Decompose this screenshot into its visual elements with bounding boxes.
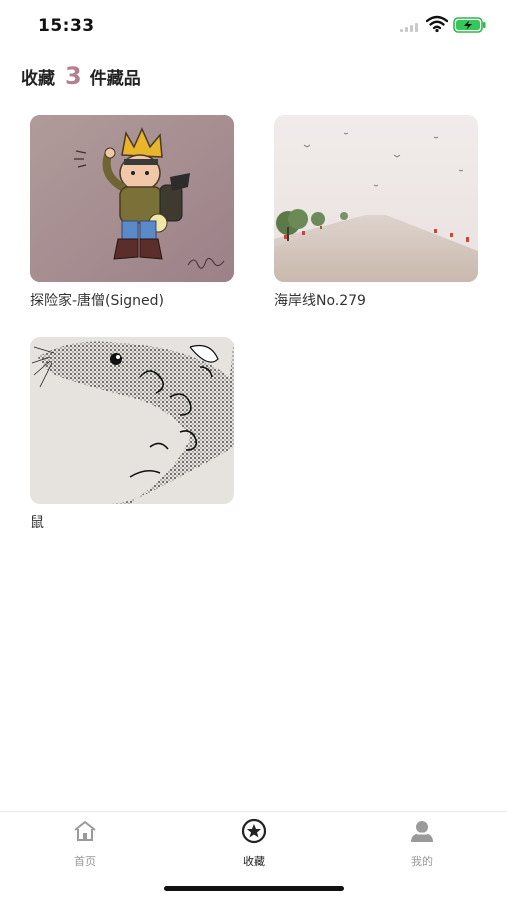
home-icon — [74, 821, 96, 841]
home-indicator[interactable] — [164, 886, 344, 891]
card-title: 鼠 — [30, 515, 44, 531]
tab-home[interactable]: 首页 — [35, 818, 135, 869]
tab-label: 收藏 — [243, 855, 265, 868]
tab-label: 我的 — [411, 855, 433, 868]
tab-label: 首页 — [74, 855, 96, 868]
collection-card[interactable]: 鼠 — [30, 337, 234, 532]
rat-artwork-image[interactable] — [30, 337, 234, 504]
coastline-artwork-image[interactable] — [274, 115, 478, 282]
card-title: 海岸线No.279 — [274, 293, 366, 309]
tab-profile[interactable]: 我的 — [372, 818, 472, 869]
tab-collection[interactable]: 收藏 — [204, 818, 304, 869]
star-badge-icon — [241, 818, 267, 844]
status-time: 15:33 — [38, 16, 95, 36]
cellular-signal-icon — [400, 22, 422, 32]
wifi-icon — [426, 15, 448, 33]
collection-card[interactable]: 探险家-唐僧(Signed) — [30, 115, 234, 310]
collection-count: 3 — [65, 62, 82, 90]
card-title: 探险家-唐僧(Signed) — [30, 293, 165, 309]
collection-card[interactable]: 海岸线No.279 — [274, 115, 478, 310]
header-prefix: 收藏 — [21, 69, 55, 89]
battery-charging-icon — [453, 17, 486, 33]
user-icon — [411, 821, 433, 842]
status-bar: 15:33 — [0, 0, 507, 50]
explorer-artwork-image[interactable] — [30, 115, 234, 282]
header-suffix: 件藏品 — [89, 69, 141, 89]
collection-header: 收藏 3 件藏品 — [21, 62, 141, 90]
